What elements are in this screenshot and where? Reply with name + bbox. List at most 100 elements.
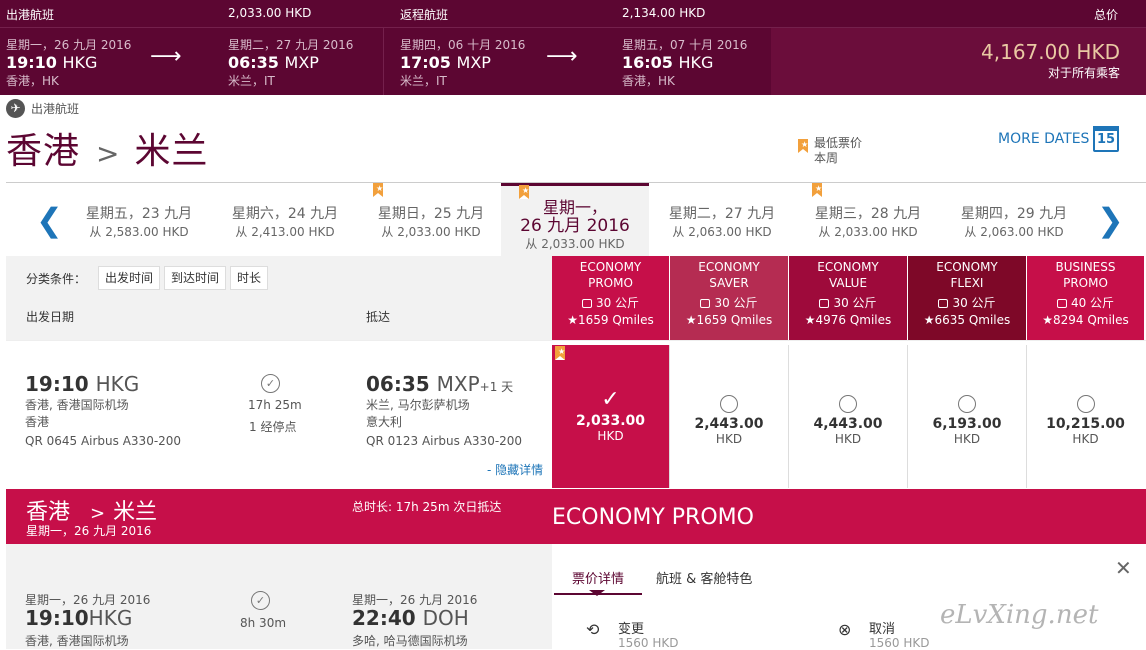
fare-header-economy-promo: ECONOMY PROMO 30 公斤 ★1659 Qmiles xyxy=(552,256,669,340)
route-from: 香港 xyxy=(6,131,81,172)
leg-dep-airport: 香港, 香港国际机场 xyxy=(25,634,129,648)
cancel-label: 取消 xyxy=(869,622,896,637)
date-price: 从 2,033.00 HKD xyxy=(818,225,918,239)
fare-qmiles: ★4976 Qmiles xyxy=(804,313,892,327)
section-label: 出港航班 xyxy=(31,102,80,116)
plus-day: +1 天 xyxy=(479,380,514,394)
fare-currency: HKD xyxy=(715,432,743,446)
date-day-full: 26 九月 2016 xyxy=(520,216,630,236)
col-arrive: 抵达 xyxy=(366,310,391,324)
chevron-left-icon[interactable]: ❮ xyxy=(36,204,63,236)
date-option[interactable]: 星期五，23 九月从 2,583.00 HKD xyxy=(66,183,212,257)
seg2-arr-time-code: 16:05 HKG xyxy=(622,53,747,72)
fare-currency: HKD xyxy=(597,429,624,443)
plane-icon: ✈ xyxy=(6,99,25,118)
bookmark-icon: ★ xyxy=(519,185,529,199)
date-option[interactable]: 星期六，24 九月从 2,413.00 HKD xyxy=(212,183,358,257)
close-icon[interactable]: ✕ xyxy=(1115,556,1132,580)
date-selector: 星期五，23 九月从 2,583.00 HKD 星期六，24 九月从 2,413… xyxy=(6,182,1146,257)
fare-qmiles: ★1659 Qmiles xyxy=(567,313,654,327)
fare-name: ECONOMY FLEXI xyxy=(936,260,998,290)
radio-button[interactable] xyxy=(1076,395,1095,413)
date-day: 星期五，23 九月 xyxy=(85,206,193,222)
dep-time-code: 19:10 HKG xyxy=(25,372,181,396)
fare-qmiles: ★6635 Qmiles xyxy=(923,313,1011,327)
tab-pointer xyxy=(589,590,605,596)
fare-name: ECONOMY VALUE xyxy=(817,260,879,290)
change-label: 变更 xyxy=(618,622,645,637)
date-price: 从 2,063.00 HKD xyxy=(964,225,1064,239)
fare-header-economy-value: ECONOMY VALUE 30 公斤 ★4976 Qmiles xyxy=(789,256,907,340)
bookmark-icon: ★ xyxy=(555,346,565,360)
fare-amount: 6,193.00 xyxy=(932,416,1002,432)
radio-button[interactable] xyxy=(720,395,738,413)
seg2-dep-date: 星期四，06 十月 2016 xyxy=(400,38,526,52)
fare-currency: HKD xyxy=(953,432,981,446)
radio-button[interactable] xyxy=(839,395,857,413)
luggage-icon xyxy=(700,299,711,308)
sort-arrive-time-button[interactable]: 到达时间 xyxy=(164,266,227,290)
fare-weight: 30 公斤 xyxy=(833,296,877,310)
date-price: 从 2,413.00 HKD xyxy=(235,225,335,239)
leg-dep-time-code: 19:10HKG xyxy=(25,606,132,630)
tab-flight-features[interactable]: 航班 & 客舱特色 xyxy=(656,568,752,587)
fare-cell-selected[interactable]: ✓ 2,033.00 HKD xyxy=(552,345,669,488)
baggage: 30 公斤 xyxy=(789,294,907,311)
fare-cell[interactable]: 10,215.00 HKD xyxy=(1027,345,1144,488)
date-day: 星期六，24 九月 xyxy=(231,206,339,222)
divider xyxy=(907,345,908,488)
leg-details: 星期一，26 九月 2016 19:10HKG 香港, 香港国际机场 ✓ 8h … xyxy=(6,544,552,649)
col-depart: 出发日期 xyxy=(26,310,75,324)
sort-depart-time-button[interactable]: 出发时间 xyxy=(98,266,161,290)
seg1-dep-city: 香港，HK xyxy=(6,74,59,88)
fare-weight: 30 公斤 xyxy=(595,296,640,310)
leg-arr-airport: 多哈, 哈马德国际机场 xyxy=(352,634,468,648)
date-day: 星期三，28 九月 xyxy=(814,206,922,222)
leg-arr-time-code: 22:40 DOH xyxy=(352,606,469,630)
fare-currency: HKD xyxy=(834,432,862,446)
luggage-icon xyxy=(1056,299,1067,308)
date-day: 星期日，25 九月 xyxy=(377,206,485,222)
lowest-label: 最低票价 xyxy=(814,136,863,150)
chevron-right-icon[interactable]: ❯ xyxy=(1097,204,1124,236)
date-day: 星期四，29 九月 xyxy=(960,206,1068,222)
bookmark-icon: ★ xyxy=(373,183,383,197)
arr-flight-number: QR 0123 Airbus A330-200 xyxy=(366,434,523,448)
date-option[interactable]: 星期二，27 九月从 2,063.00 HKD xyxy=(649,183,795,257)
arr-airport: 米兰, 马尔彭萨机场 xyxy=(366,398,470,412)
details-date: 星期一，26 九月 2016 xyxy=(26,524,152,538)
cancel-icon: ⊗ xyxy=(838,620,852,639)
flight-stops: 1 经停点 xyxy=(249,420,297,434)
calendar-day: 15 xyxy=(1096,132,1116,147)
watermark: eLvXing.net xyxy=(940,600,1099,630)
radio-button[interactable] xyxy=(958,395,976,413)
arr-code: MXP xyxy=(436,372,480,396)
divider xyxy=(1026,345,1027,488)
sort-duration-button[interactable]: 时长 xyxy=(230,266,269,290)
arr-country: 意大利 xyxy=(366,415,403,429)
luggage-icon xyxy=(819,299,830,308)
hide-details-link[interactable]: - 隐藏详情 xyxy=(487,461,543,478)
arrow-right-icon: ⟶ xyxy=(546,44,578,69)
seg1-arr-date: 星期二，27 九月 2016 xyxy=(228,38,354,52)
baggage: 40 公斤 xyxy=(1027,294,1144,311)
arrow-right-icon: ⟶ xyxy=(150,44,182,69)
calendar-icon[interactable]: 15 xyxy=(1093,126,1119,152)
seg1-arr-city: 米兰，IT xyxy=(228,74,275,88)
fare-weight: 30 公斤 xyxy=(714,296,758,310)
date-price: 从 2,033.00 HKD xyxy=(525,237,625,251)
leg-arr-code: DOH xyxy=(422,606,469,630)
fare-cell[interactable]: 2,443.00 HKD xyxy=(670,345,788,488)
leg-duration: 8h 30m xyxy=(240,616,287,630)
change-icon: ⟲ xyxy=(586,620,600,639)
fare-weight: 30 公斤 xyxy=(952,296,996,310)
more-dates-link[interactable]: MORE DATES xyxy=(998,131,1089,147)
check-icon: ✓ xyxy=(601,387,620,412)
seg1-arr-time: 06:35 xyxy=(228,53,279,72)
date-option[interactable]: 星期四，29 九月从 2,063.00 HKD xyxy=(941,183,1087,257)
fare-cell[interactable]: 6,193.00 HKD xyxy=(908,345,1026,488)
luggage-icon xyxy=(938,299,949,308)
fare-cell[interactable]: 4,443.00 HKD xyxy=(789,345,907,488)
fare-name: ECONOMY PROMO xyxy=(579,260,642,290)
change-fee: 1560 HKD xyxy=(618,636,679,650)
